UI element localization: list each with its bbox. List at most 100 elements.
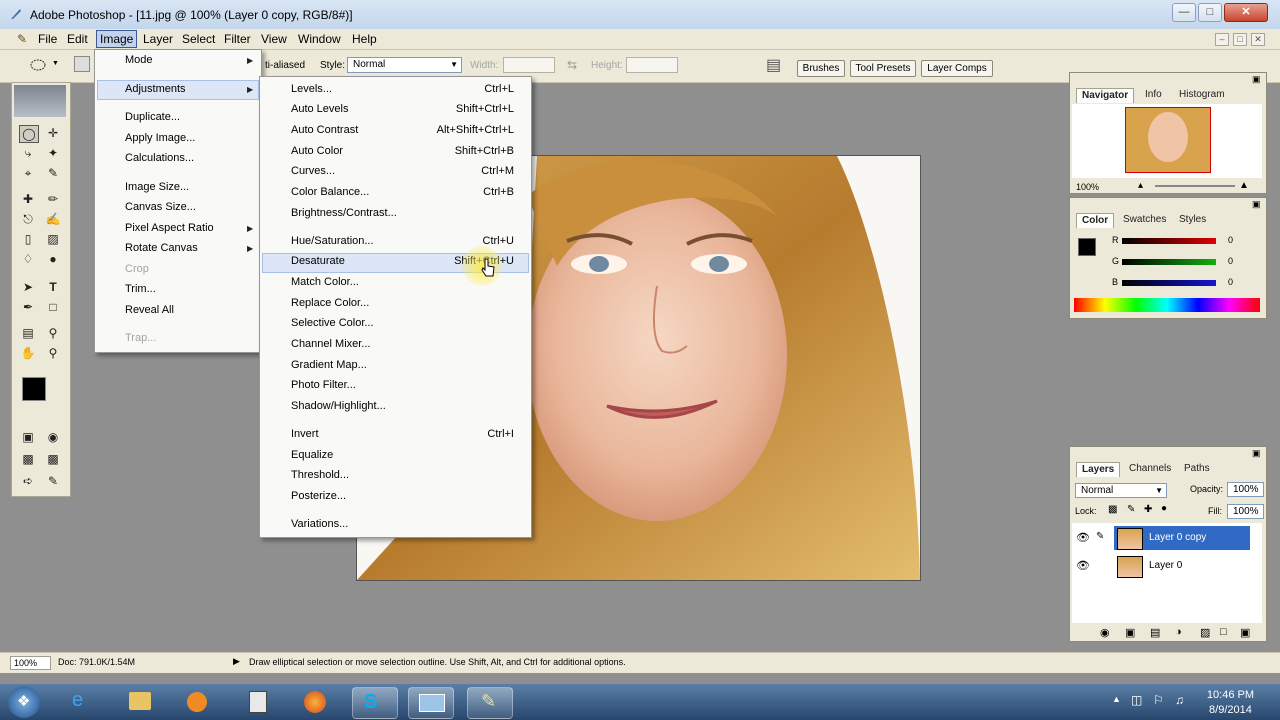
screen-mode-standard-icon[interactable]: ▩ xyxy=(19,451,37,467)
opacity-field[interactable]: 100% xyxy=(1227,482,1264,497)
tab-layers[interactable]: Layers xyxy=(1076,462,1121,477)
navigator-zoom-slider[interactable] xyxy=(1155,185,1235,187)
tool-preset-dropdown-icon[interactable]: ▼ xyxy=(52,60,59,67)
adjust-item-channel-mixer[interactable]: Channel Mixer... xyxy=(291,338,370,350)
adjust-item-auto-contrast[interactable]: Auto Contrast xyxy=(291,124,358,136)
tab-swatches[interactable]: Swatches xyxy=(1118,213,1171,227)
status-zoom-field[interactable]: 100% xyxy=(10,656,51,670)
move-tool[interactable]: ✛ xyxy=(44,125,62,141)
ellipse-marquee-icon[interactable] xyxy=(30,58,46,72)
image-menu-item-duplicate[interactable]: Duplicate... xyxy=(125,111,180,123)
adjust-item-curves[interactable]: Curves... xyxy=(291,165,335,177)
tab-styles[interactable]: Styles xyxy=(1174,213,1211,227)
taskbar-explorer[interactable] xyxy=(118,687,162,717)
tab-paths[interactable]: Paths xyxy=(1179,462,1215,476)
image-menu-item-canvas-size[interactable]: Canvas Size... xyxy=(125,201,196,213)
layer-name[interactable]: Layer 0 copy xyxy=(1149,532,1206,543)
eye-visibility-icon[interactable]: 👁 xyxy=(1076,531,1090,544)
network-icon[interactable]: ◫ xyxy=(1131,693,1142,707)
menu-file[interactable]: File xyxy=(38,32,57,46)
tab-layer-comps[interactable]: Layer Comps xyxy=(921,60,993,77)
adjust-item-desaturate[interactable]: Desaturate xyxy=(291,255,345,267)
image-menu-item-adjustments[interactable]: Adjustments xyxy=(125,83,186,95)
panel-minimize-icon[interactable]: ▣ xyxy=(1252,448,1261,459)
menu-layer[interactable]: Layer xyxy=(143,32,173,46)
magic-wand-tool[interactable]: ✦ xyxy=(44,145,62,161)
palette-well-icon[interactable]: ▤ xyxy=(766,55,781,75)
height-field[interactable] xyxy=(626,57,678,73)
eraser-tool[interactable]: ▯ xyxy=(19,231,37,247)
crop-tool[interactable]: ⌖ xyxy=(19,165,37,181)
style-select[interactable]: Normal ▼ xyxy=(347,57,462,73)
swap-dimensions-icon[interactable]: ⇆ xyxy=(567,58,577,72)
adjust-item-shadow-highlight[interactable]: Shadow/Highlight... xyxy=(291,400,386,412)
width-field[interactable] xyxy=(503,57,555,73)
image-menu-item-apply-image[interactable]: Apply Image... xyxy=(125,132,195,144)
adjust-item-invert[interactable]: Invert xyxy=(291,428,319,440)
lock-transparency-icon[interactable]: ▩ xyxy=(1108,504,1117,515)
menu-filter[interactable]: Filter xyxy=(224,32,251,46)
maximize-button[interactable]: □ xyxy=(1198,3,1222,22)
adjust-item-equalize[interactable]: Equalize xyxy=(291,449,333,461)
eyedropper-tool[interactable]: ⚲ xyxy=(44,325,62,341)
brush-tool[interactable]: ✏ xyxy=(44,191,62,207)
blend-mode-select[interactable]: Normal ▼ xyxy=(1075,483,1167,498)
adjust-item-auto-levels[interactable]: Auto Levels xyxy=(291,103,348,115)
screen-mode-full-icon[interactable]: ▩ xyxy=(44,451,62,467)
layer-name[interactable]: Layer 0 xyxy=(1149,560,1182,571)
clone-stamp-tool[interactable]: ⎋ xyxy=(19,211,37,227)
layer-row[interactable]: 👁 Layer 0 xyxy=(1072,553,1252,579)
standard-mode-icon[interactable]: ▣ xyxy=(19,429,37,445)
system-clock[interactable]: 10:46 PM 8/9/2014 xyxy=(1207,688,1254,718)
adjust-item-auto-color[interactable]: Auto Color xyxy=(291,145,343,157)
lasso-tool[interactable]: ⤷ xyxy=(19,145,37,161)
start-button[interactable]: ❖ xyxy=(8,686,40,718)
tab-histogram[interactable]: Histogram xyxy=(1174,88,1230,102)
image-menu-item-rotate-canvas[interactable]: Rotate Canvas xyxy=(125,242,198,254)
lock-position-icon[interactable]: ✚ xyxy=(1144,504,1152,515)
lock-pixels-icon[interactable]: ✎ xyxy=(1127,504,1135,515)
menu-view[interactable]: View xyxy=(261,32,287,46)
adjust-item-match-color[interactable]: Match Color... xyxy=(291,276,359,288)
zoom-in-icon[interactable]: ▲ xyxy=(1239,180,1249,191)
tab-color[interactable]: Color xyxy=(1076,213,1115,228)
zoom-out-icon[interactable]: ▴ xyxy=(1138,180,1143,191)
dodge-tool[interactable]: ● xyxy=(44,251,62,267)
path-selection-tool[interactable]: ➤ xyxy=(19,279,37,295)
close-button[interactable]: ✕ xyxy=(1224,3,1268,22)
adjust-item-variations[interactable]: Variations... xyxy=(291,518,348,530)
slice-tool[interactable]: ✎ xyxy=(44,165,62,181)
adjust-item-levels[interactable]: Levels... xyxy=(291,83,332,95)
action-center-icon[interactable]: ⚐ xyxy=(1153,693,1164,707)
edit-in-imageready-icon[interactable]: ✎ xyxy=(44,473,62,489)
taskbar-internet-explorer[interactable]: e xyxy=(60,687,104,717)
foreground-color-swatch[interactable] xyxy=(22,377,46,401)
folder-icon[interactable]: ▨ xyxy=(1200,626,1210,639)
new-group-icon[interactable]: ▤ xyxy=(1150,626,1160,639)
layer-mask-icon[interactable]: ▣ xyxy=(1125,626,1135,639)
adjust-item-photo-filter[interactable]: Photo Filter... xyxy=(291,379,356,391)
menu-help[interactable]: Help xyxy=(352,32,377,46)
doc-close-button[interactable]: ✕ xyxy=(1251,33,1265,46)
layer-row[interactable]: 👁 ✎ Layer 0 copy xyxy=(1072,525,1252,551)
adjust-item-threshold[interactable]: Threshold... xyxy=(291,469,349,481)
minimize-button[interactable]: — xyxy=(1172,3,1196,22)
elliptical-marquee-tool[interactable]: ◯ xyxy=(19,125,39,143)
doc-restore-button[interactable]: □ xyxy=(1233,33,1247,46)
adjust-item-color-balance[interactable]: Color Balance... xyxy=(291,186,369,198)
adjust-item-selective-color[interactable]: Selective Color... xyxy=(291,317,374,329)
foreground-swatch[interactable] xyxy=(1078,238,1096,256)
navigator-zoom-value[interactable]: 100% xyxy=(1076,182,1099,192)
image-menu-item-calculations[interactable]: Calculations... xyxy=(125,152,194,164)
pen-tool[interactable]: ✒ xyxy=(19,299,37,315)
adjust-item-brightness-contrast[interactable]: Brightness/Contrast... xyxy=(291,207,397,219)
taskbar-photoshop[interactable]: ✎ xyxy=(467,687,513,719)
adjust-item-gradient-map[interactable]: Gradient Map... xyxy=(291,359,367,371)
panel-minimize-icon[interactable]: ▣ xyxy=(1252,199,1261,210)
photoshop-app-icon[interactable]: ✎ xyxy=(17,32,27,46)
navigator-preview-area[interactable] xyxy=(1072,104,1262,178)
adjust-item-replace-color[interactable]: Replace Color... xyxy=(291,297,369,309)
notes-tool[interactable]: ▤ xyxy=(19,325,37,341)
fill-field[interactable]: 100% xyxy=(1227,504,1264,519)
image-menu-item-trim[interactable]: Trim... xyxy=(125,283,156,295)
